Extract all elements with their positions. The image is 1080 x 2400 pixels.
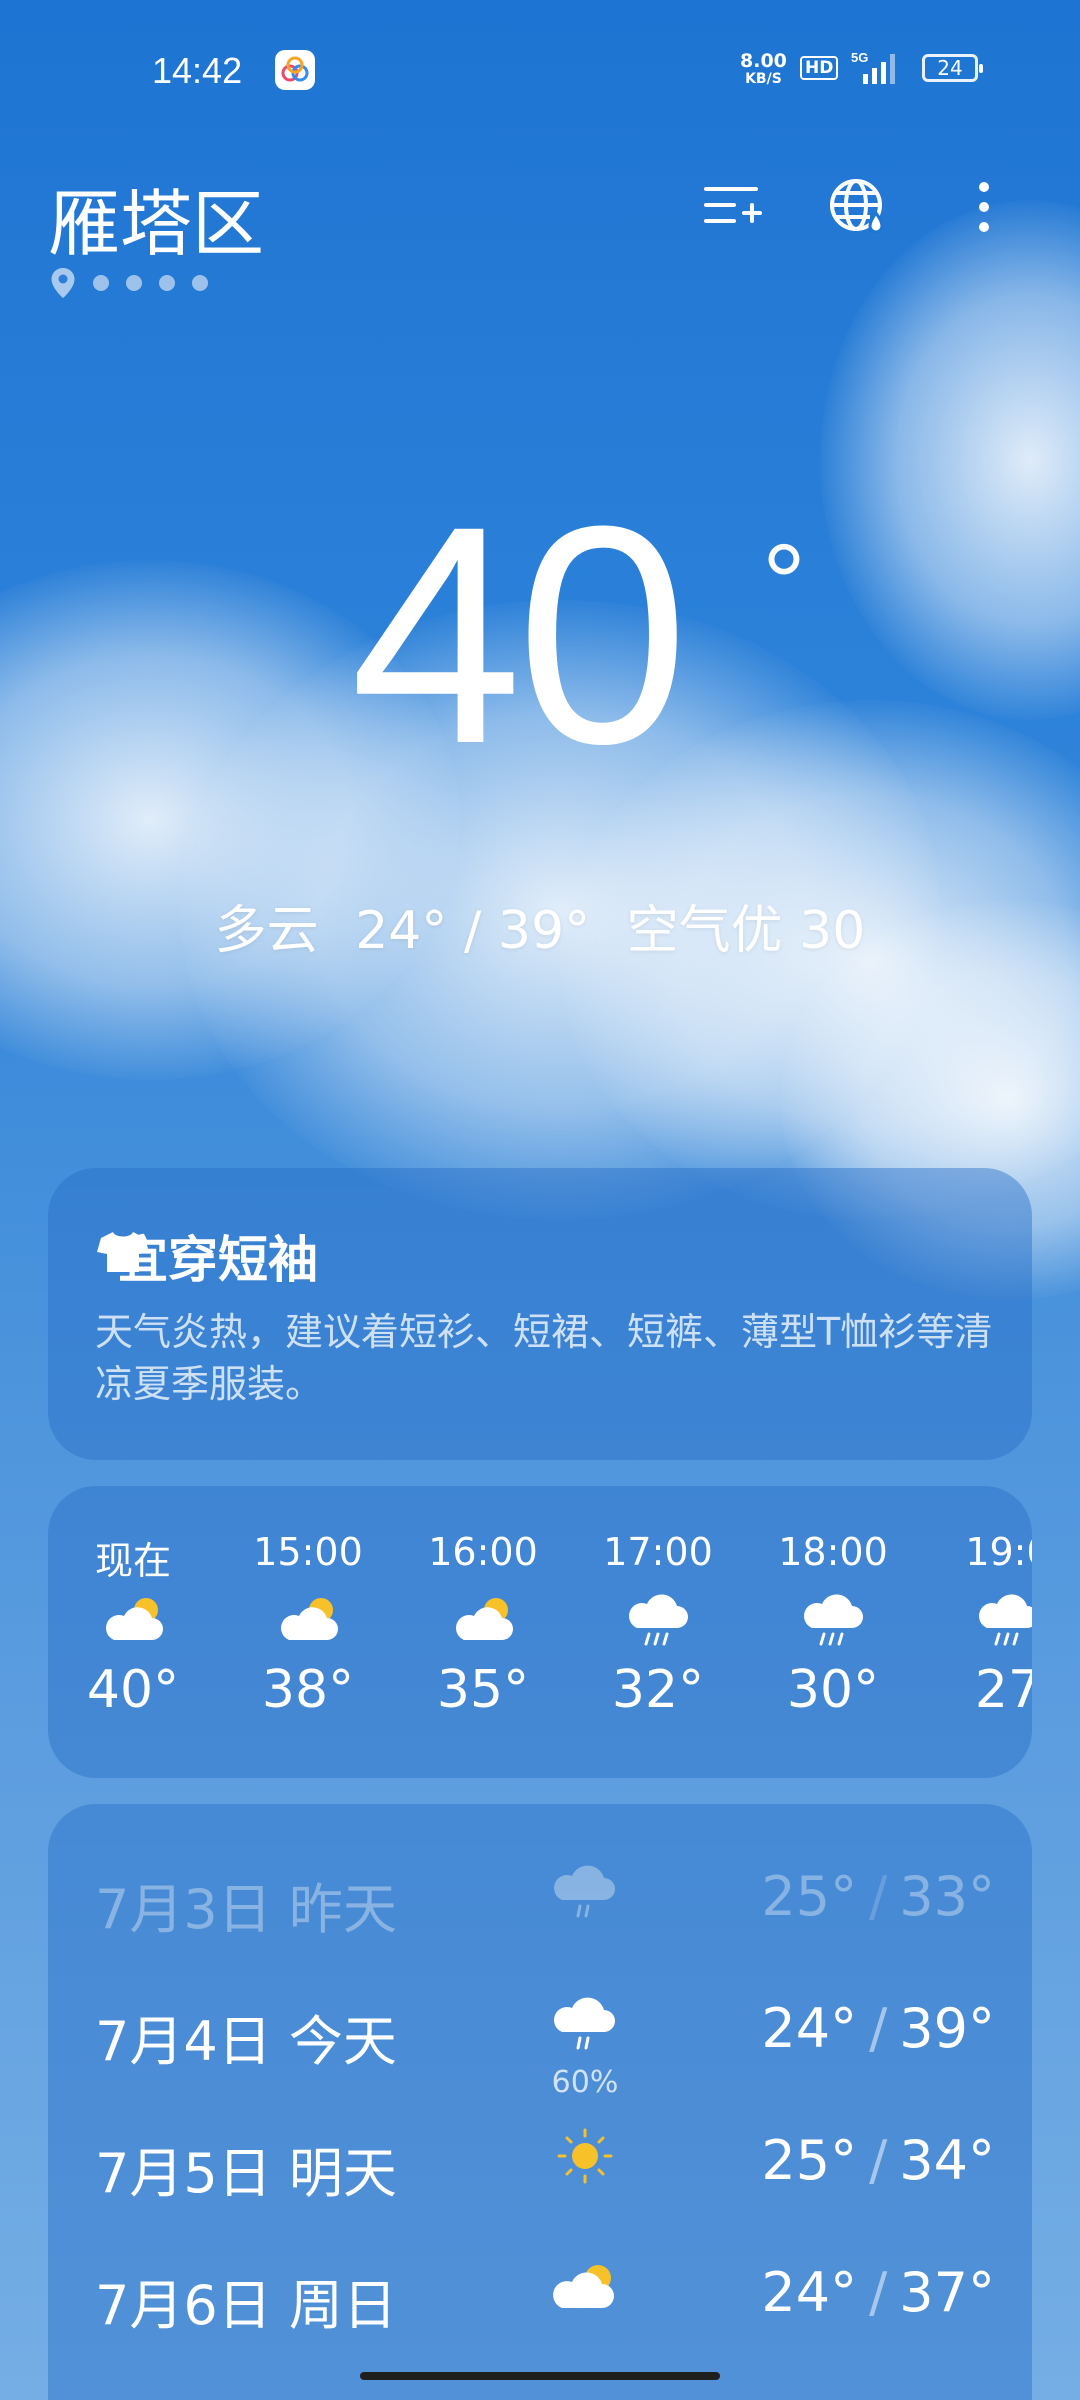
dressing-text: 天气炎热，建议着短衫、短裙、短裤、薄型T恤衫等清凉夏季服装。 [95,1310,993,1406]
signal-icon: 5G [845,50,907,95]
rain-icon [550,1992,620,2062]
add-city-icon[interactable] [700,175,764,243]
hourly-item: 17:00 32° [583,1530,733,1720]
page-dot [159,275,175,291]
today-range: 24° / 39° [355,901,591,961]
more-options-icon[interactable] [960,175,1008,243]
current-temperature: 40 [350,461,689,808]
hourly-item: 15:00 38° [233,1530,383,1720]
city-name[interactable]: 雁塔区 [48,165,264,270]
hour-temp: 40° [86,1660,180,1720]
partly-cloudy-icon [233,1580,383,1660]
location-page-indicator[interactable] [50,268,208,298]
dressing-title: 宜穿短袖 [118,1231,318,1289]
range-separator: / [869,1865,888,1928]
day-low: 24° [761,2261,858,2324]
hour-temp: 30° [786,1660,880,1720]
rain-icon [933,1580,1032,1660]
hourly-item: 16:00 35° [408,1530,558,1720]
hour-label: 17:00 [603,1530,713,1574]
day-high: 34° [899,2129,995,2192]
current-summary[interactable]: 多云 24° / 39° 空气优 30 [0,888,1080,963]
background-cloud [820,200,1080,720]
daily-row-today[interactable]: 7月4日 今天 60% 24°/39° [95,1997,995,2107]
network-speed-unit: KB/S [745,71,782,87]
hour-temp: 32° [611,1660,705,1720]
day-label: 7月4日 今天 [95,2010,397,2073]
day-range: 25°/34° [761,2129,995,2192]
rain-icon [758,1580,908,1660]
day-range: 24°/37° [761,2261,995,2324]
day-low: 24° [761,1997,858,2060]
svg-text:5G: 5G [851,50,868,65]
hd-badge: HD [800,56,839,80]
day-high: 33° [899,1865,995,1928]
day-label: 7月3日 昨天 [95,1878,397,1941]
range-separator: / [869,2261,888,2324]
day-range: 25°/33° [761,1865,995,1928]
page-dot [126,275,142,291]
air-quality[interactable]: 空气优 30 [627,901,866,961]
globe-weather-icon[interactable] [826,175,890,243]
battery-icon: 24 [922,54,983,82]
home-indicator[interactable] [360,2372,720,2380]
location-pin-icon [51,268,75,298]
day-label: 7月5日 明天 [95,2142,397,2205]
rain-icon [583,1580,733,1660]
weather-screen: 14:42 8.00 KB/S HD 5G 24 雁塔区 40 ° 多云 24°… [0,0,1080,2400]
hour-temp: 27 [974,1660,1032,1720]
app-notification-icon [275,50,315,90]
hourly-item: 18:00 30° [758,1530,908,1720]
range-separator: / [869,2129,888,2192]
day-high: 39° [899,1997,995,2060]
day-label: 7月6日 周日 [95,2274,397,2337]
partly-cloudy-icon [58,1580,208,1660]
hour-label: 现在 [94,1539,171,1583]
hourly-forecast-list[interactable]: 现在 40° 15:00 38° 16:00 35° 17:00 32° 18:… [48,1486,1032,1778]
current-condition: 多云 [214,901,319,961]
status-bar: 14:42 8.00 KB/S HD 5G 24 [0,40,1080,100]
sun-icon [550,2124,620,2194]
day-low: 25° [761,2129,858,2192]
hour-label: 19:0 [965,1530,1032,1574]
partly-cloudy-icon [408,1580,558,1660]
page-dot [93,275,109,291]
page-dot [192,275,208,291]
hour-label: 18:00 [778,1530,888,1574]
day-range: 24°/39° [761,1997,995,2060]
day-high: 37° [899,2261,995,2324]
hour-temp: 35° [436,1660,530,1720]
status-time: 14:42 [152,50,243,91]
daily-row-sunday[interactable]: 7月6日 周日 24°/37° [95,2261,995,2371]
precip-chance: 60% [551,2065,619,2100]
day-low: 25° [761,1865,858,1928]
hour-label: 15:00 [253,1530,363,1574]
hour-temp: 38° [261,1660,355,1720]
daily-row-yesterday[interactable]: 7月3日 昨天 25°/33° [95,1865,995,1975]
range-separator: / [869,1997,888,2060]
partly-cloudy-icon [550,2256,620,2326]
hourly-item: 现在 40° [58,1530,208,1720]
degree-symbol: ° [762,522,806,645]
hourly-item: 19:0 27 [933,1530,1032,1720]
hour-label: 16:00 [428,1530,538,1574]
network-speed-value: 8.00 [740,50,787,72]
network-speed: 8.00 KB/S [740,52,787,88]
rain-icon [550,1860,620,1930]
daily-row-tomorrow[interactable]: 7月5日 明天 25°/34° [95,2128,995,2239]
